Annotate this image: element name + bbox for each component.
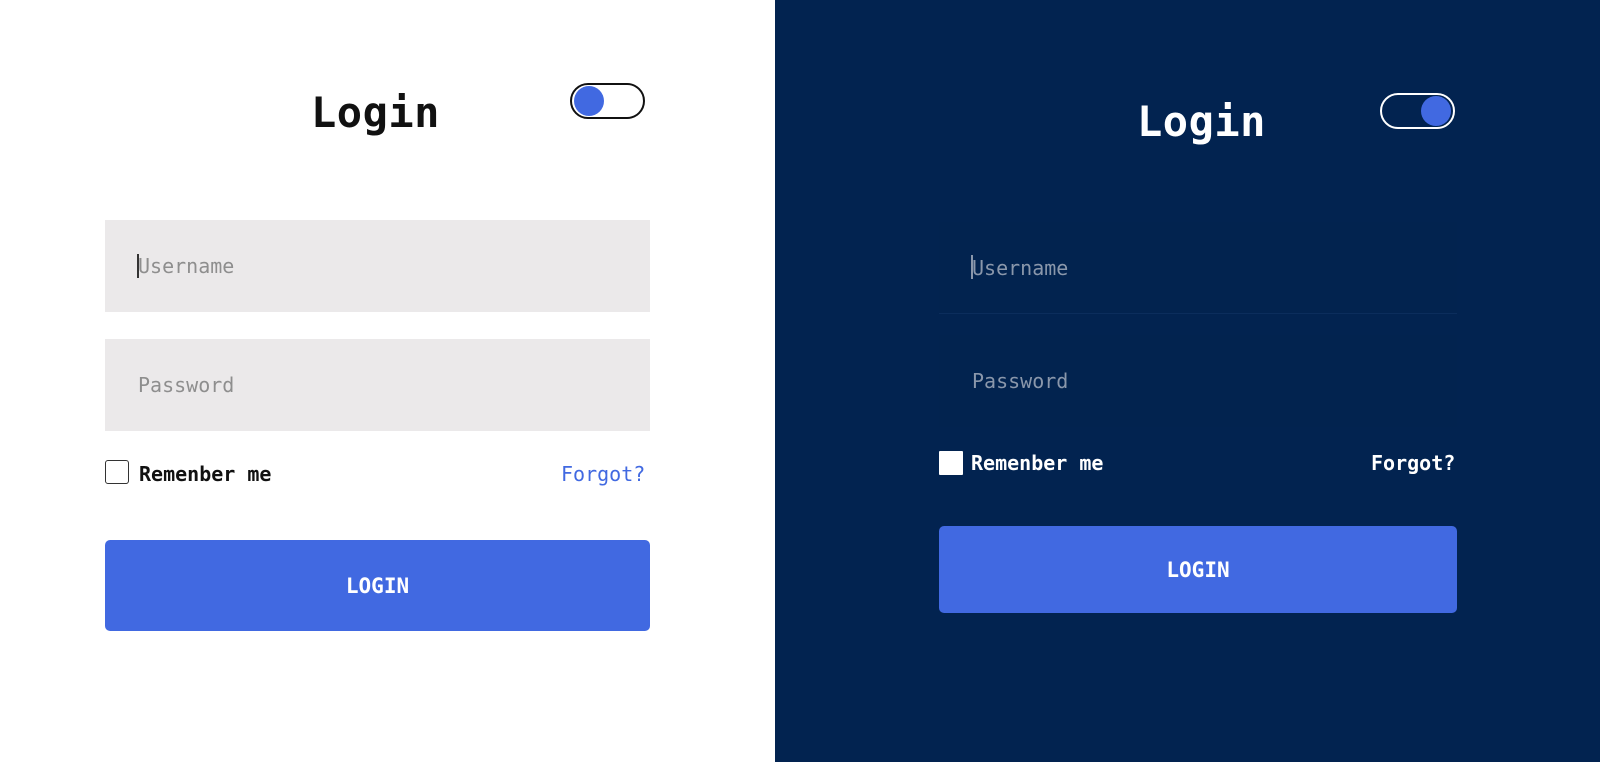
forgot-password-link[interactable]: Forgot?	[561, 462, 645, 486]
dark-theme-panel: Login Remenber me Forgot? LOGIN	[775, 0, 1600, 762]
password-input[interactable]	[939, 335, 1457, 427]
text-cursor	[137, 254, 139, 278]
login-button[interactable]: LOGIN	[939, 526, 1457, 613]
theme-toggle[interactable]	[570, 83, 645, 119]
toggle-knob-icon	[574, 86, 604, 116]
remember-me-label: Remenber me	[139, 462, 272, 486]
username-input[interactable]	[105, 220, 650, 312]
username-input[interactable]	[939, 222, 1457, 314]
remember-me-checkbox[interactable]	[105, 460, 129, 484]
text-cursor	[971, 255, 973, 279]
forgot-password-link[interactable]: Forgot?	[1371, 451, 1455, 475]
login-button[interactable]: LOGIN	[105, 540, 650, 631]
page-title: Login	[311, 88, 440, 137]
remember-me-label: Remenber me	[971, 451, 1104, 475]
toggle-knob-icon	[1421, 96, 1451, 126]
remember-me-checkbox[interactable]	[939, 451, 963, 475]
light-theme-panel: Login Remenber me Forgot? LOGIN	[0, 0, 775, 762]
theme-toggle[interactable]	[1380, 93, 1455, 129]
password-input[interactable]	[105, 339, 650, 431]
page-title: Login	[1137, 97, 1266, 146]
